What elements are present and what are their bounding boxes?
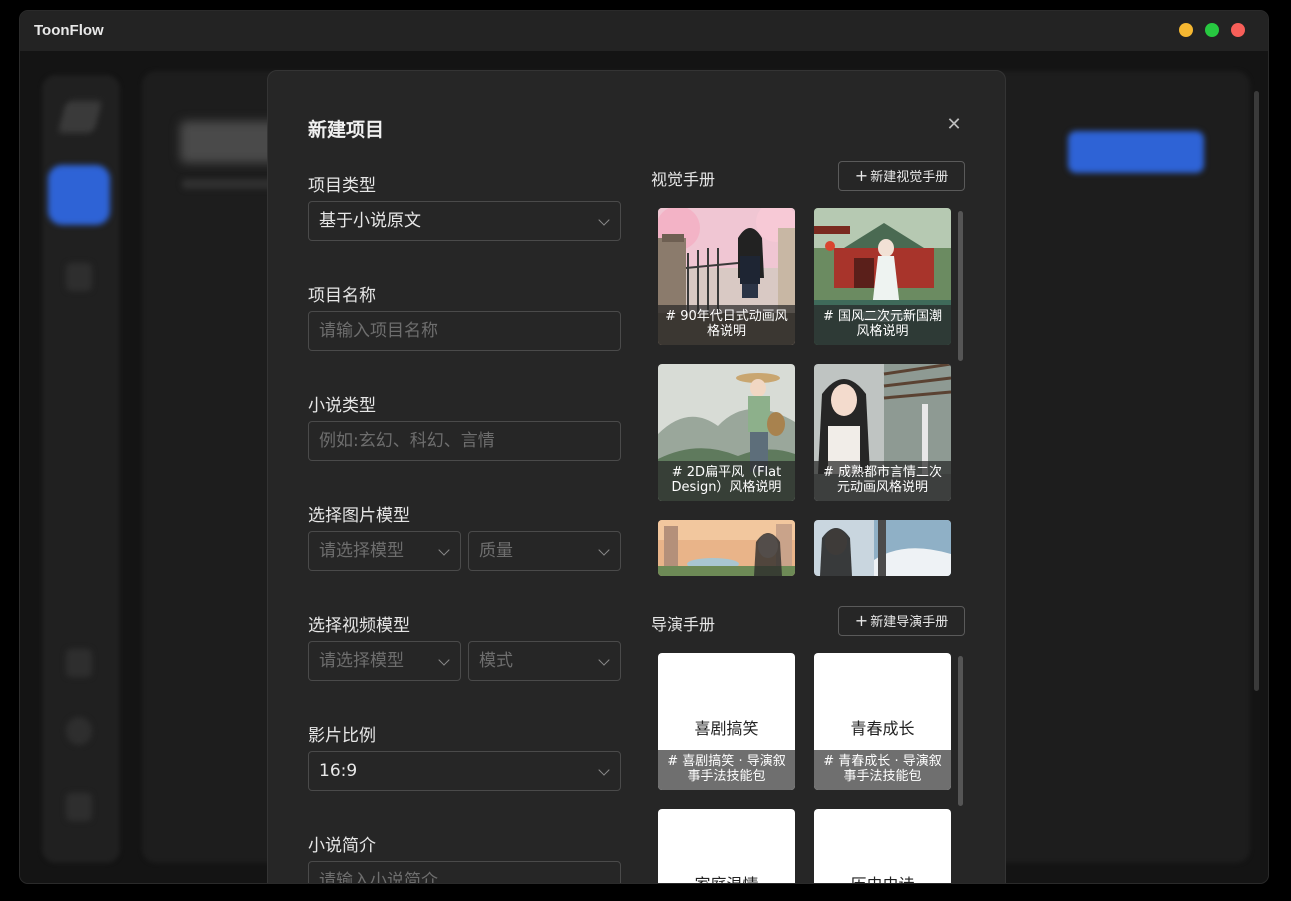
project-name-label: 项目名称 (308, 286, 376, 306)
novel-summary-textarea[interactable]: 请输入小说简介 (308, 861, 621, 883)
new-visual-manual-button[interactable]: + 新建视觉手册 (838, 161, 965, 191)
director-card[interactable]: 家庭温情 (658, 809, 795, 883)
video-model-label: 选择视频模型 (308, 616, 410, 636)
director-card[interactable]: 青春成长 # 青春成长 · 导演叙事手法技能包 (814, 653, 951, 790)
visual-card[interactable] (658, 520, 795, 576)
sidebar-item-active (48, 165, 110, 225)
director-manual-scrollbar[interactable] (958, 656, 963, 806)
visual-manual-scrollbar[interactable] (958, 211, 963, 361)
title-bar: ToonFlow (20, 11, 1268, 51)
visual-card-caption: # 国风二次元新国潮风格说明 (814, 305, 951, 345)
project-type-value: 基于小说原文 (319, 211, 421, 231)
aspect-ratio-value: 16:9 (319, 761, 358, 781)
director-card-caption: # 青春成长 · 导演叙事手法技能包 (814, 750, 951, 790)
chevron-down-icon (598, 214, 610, 226)
snow-scene-girl-image (814, 520, 951, 576)
visual-manual-grid: # 90年代日式动画风格说明 # 国风二次元新国潮风格说明 # 2D扁平风（Fl… (651, 208, 967, 576)
director-card-name: 历史史诗 (814, 871, 951, 883)
aspect-ratio-select[interactable]: 16:9 (308, 751, 621, 791)
new-project-dialog: 新建项目 ✕ 项目类型 基于小说原文 项目名称 请输入项目名称 小说类型 例如:… (267, 70, 1006, 883)
director-card-name: 家庭温情 (658, 871, 795, 883)
image-quality-placeholder: 质量 (479, 541, 513, 561)
image-model-select[interactable]: 请选择模型 (308, 531, 461, 571)
chevron-down-icon (598, 764, 610, 776)
video-mode-select[interactable]: 模式 (468, 641, 621, 681)
visual-card-caption: # 90年代日式动画风格说明 (658, 305, 795, 345)
chevron-down-icon (438, 544, 450, 556)
project-type-select[interactable]: 基于小说原文 (308, 201, 621, 241)
novel-type-input[interactable]: 例如:玄幻、科幻、言情 (308, 421, 621, 461)
sidebar-item-icon (66, 793, 92, 821)
close-window-button[interactable] (1231, 23, 1245, 37)
visual-card[interactable]: # 90年代日式动画风格说明 (658, 208, 795, 345)
video-mode-placeholder: 模式 (479, 651, 513, 671)
visual-card[interactable]: # 成熟都市言情二次元动画风格说明 (814, 364, 951, 501)
director-card-name: 喜剧搞笑 (694, 719, 759, 738)
sidebar-item-icon (66, 649, 92, 677)
visual-manual-title: 视觉手册 (651, 170, 716, 189)
city-fountain-girl-image (658, 520, 795, 576)
chevron-down-icon (598, 544, 610, 556)
sidebar-item-icon (66, 717, 92, 745)
chevron-down-icon (438, 654, 450, 666)
video-model-select[interactable]: 请选择模型 (308, 641, 461, 681)
image-model-label: 选择图片模型 (308, 506, 410, 526)
director-card-caption: # 喜剧搞笑 · 导演叙事手法技能包 (658, 750, 795, 790)
novel-summary-label: 小说简介 (308, 836, 376, 856)
visual-card[interactable]: # 国风二次元新国潮风格说明 (814, 208, 951, 345)
director-card[interactable]: 喜剧搞笑 # 喜剧搞笑 · 导演叙事手法技能包 (658, 653, 795, 790)
close-icon[interactable]: ✕ (944, 115, 964, 135)
sidebar-item-icon (66, 263, 92, 291)
app-window: ToonFlow 新建项目 ✕ 项目类型 基于小说原文 项目名称 请输入项目名称… (19, 10, 1269, 884)
video-model-placeholder: 请选择模型 (319, 651, 404, 671)
maximize-button[interactable] (1205, 23, 1219, 37)
dialog-title: 新建项目 (308, 119, 385, 141)
novel-type-label: 小说类型 (308, 396, 376, 416)
new-director-manual-button[interactable]: + 新建导演手册 (838, 606, 965, 636)
app-title: ToonFlow (34, 22, 104, 39)
director-manual-title: 导演手册 (651, 615, 716, 634)
visual-card-caption: # 2D扁平风（Flat Design）风格说明 (658, 461, 795, 501)
director-manual-grid: 喜剧搞笑 # 喜剧搞笑 · 导演叙事手法技能包 青春成长 # 青春成长 · 导演… (651, 653, 967, 883)
aspect-ratio-label: 影片比例 (308, 726, 376, 746)
project-type-label: 项目类型 (308, 176, 376, 196)
image-model-placeholder: 请选择模型 (319, 541, 404, 561)
image-quality-select[interactable]: 质量 (468, 531, 621, 571)
visual-card[interactable] (814, 520, 951, 576)
chevron-down-icon (598, 654, 610, 666)
project-name-input[interactable]: 请输入项目名称 (308, 311, 621, 351)
new-project-button (1068, 131, 1204, 173)
visual-card-caption: # 成熟都市言情二次元动画风格说明 (814, 461, 951, 501)
visual-card[interactable]: # 2D扁平风（Flat Design）风格说明 (658, 364, 795, 501)
director-card-name: 青春成长 (850, 719, 915, 738)
director-card[interactable]: 历史史诗 (814, 809, 951, 883)
minimize-button[interactable] (1179, 23, 1193, 37)
page-scrollbar (1254, 91, 1259, 691)
